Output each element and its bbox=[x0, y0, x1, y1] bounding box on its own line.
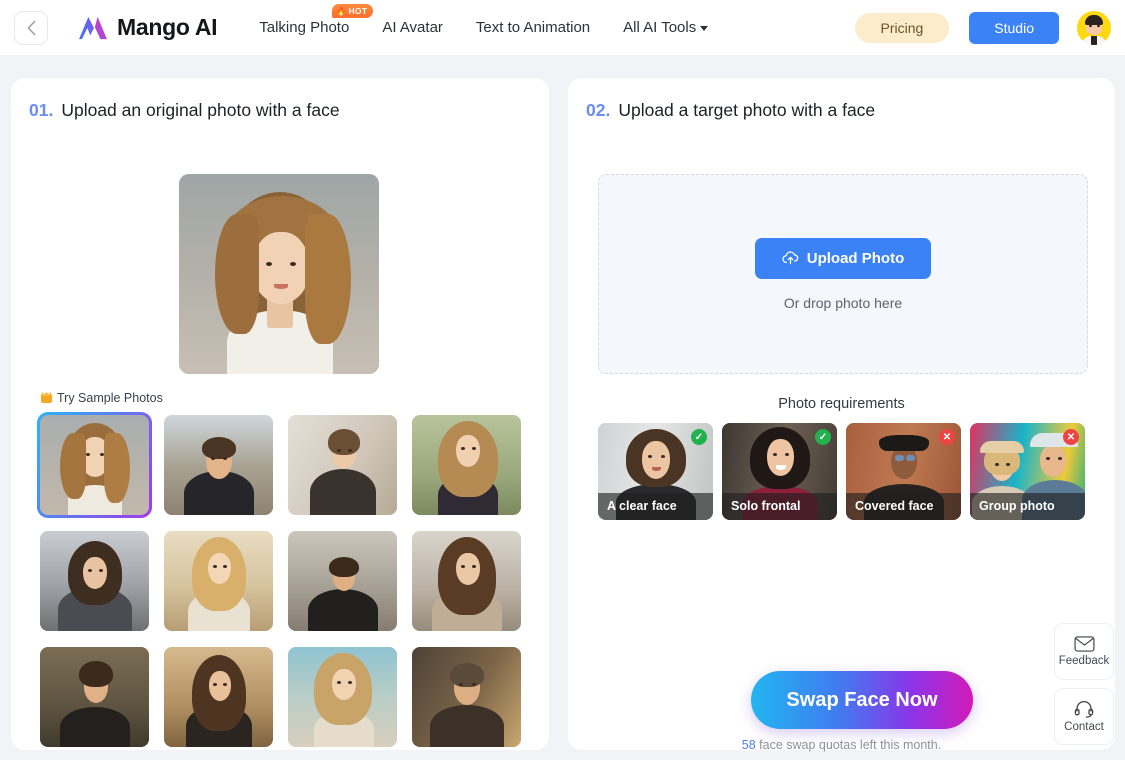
sample-photo-item[interactable] bbox=[40, 415, 149, 515]
page-stage: 01. Upload an original photo with a face bbox=[0, 55, 1125, 760]
sample-photos-heading: Try Sample Photos bbox=[41, 391, 163, 405]
sample-photo-item[interactable] bbox=[412, 531, 521, 631]
sample-photos-label: Try Sample Photos bbox=[57, 391, 163, 405]
cloud-upload-icon bbox=[782, 251, 798, 265]
photo-requirements-row: ✓ A clear face ✓ Solo frontal ✕ Covered … bbox=[598, 423, 1085, 520]
hot-badge: 🔥 HOT bbox=[332, 4, 374, 18]
requirement-label: Covered face bbox=[846, 493, 961, 520]
nav-label: Text to Animation bbox=[475, 19, 591, 36]
side-widget-stack: Feedback Contact bbox=[1054, 623, 1114, 745]
requirement-label: Group photo bbox=[970, 493, 1085, 520]
target-photo-panel: 02. Upload a target photo with a face Up… bbox=[568, 78, 1115, 752]
crown-icon bbox=[41, 392, 52, 404]
pricing-button[interactable]: Pricing bbox=[854, 12, 950, 43]
requirement-card: ✕ Group photo bbox=[970, 423, 1085, 520]
nav-item-ai-avatar[interactable]: AI Avatar bbox=[382, 19, 443, 36]
nav-label: AI Avatar bbox=[382, 19, 443, 36]
sample-photos-scroll-area[interactable] bbox=[40, 415, 544, 750]
sample-photo-item[interactable] bbox=[288, 647, 397, 747]
nav-item-text-to-animation[interactable]: Text to Animation bbox=[476, 19, 590, 36]
upload-dropzone[interactable]: Upload Photo Or drop photo here bbox=[598, 174, 1088, 374]
sample-photo-item[interactable] bbox=[288, 415, 397, 515]
swap-face-now-button[interactable]: Swap Face Now bbox=[751, 671, 973, 729]
feedback-label: Feedback bbox=[1058, 655, 1110, 667]
page-title: Upload an original photo with a face bbox=[61, 100, 340, 120]
drop-hint-text: Or drop photo here bbox=[783, 294, 903, 311]
headset-icon bbox=[1074, 700, 1094, 718]
original-photo-panel: 01. Upload an original photo with a face bbox=[11, 78, 549, 750]
requirement-status-badge: ✕ bbox=[939, 429, 955, 445]
requirement-card: ✓ A clear face bbox=[598, 423, 713, 520]
chevron-left-icon bbox=[27, 20, 35, 35]
sample-photo-item[interactable] bbox=[412, 415, 521, 515]
requirement-card: ✓ Solo frontal bbox=[722, 423, 837, 520]
sample-photo-item[interactable] bbox=[164, 531, 273, 631]
requirement-status-badge: ✓ bbox=[815, 429, 831, 445]
page-title: Upload a target photo with a face bbox=[618, 100, 876, 120]
upload-photo-button[interactable]: Upload Photo bbox=[754, 237, 932, 279]
quota-count: 58 bbox=[741, 738, 756, 752]
sample-photo-item[interactable] bbox=[164, 647, 273, 747]
brand-name: Mango AI bbox=[117, 14, 218, 40]
top-header: Mango AI Talking Photo 🔥 HOT AI Avatar T… bbox=[0, 0, 1125, 55]
sample-photo-item[interactable] bbox=[40, 531, 149, 631]
quota-suffix: face swap quotas left this month. bbox=[755, 738, 942, 752]
flame-icon: 🔥 bbox=[336, 6, 347, 16]
nav-item-all-ai-tools[interactable]: All AI Tools bbox=[623, 19, 709, 36]
chevron-down-icon bbox=[700, 25, 709, 31]
studio-button[interactable]: Studio bbox=[969, 11, 1059, 44]
sample-photo-item[interactable] bbox=[412, 647, 521, 747]
quota-text: 58 face swap quotas left this month. bbox=[568, 738, 1115, 752]
step-number: 02. bbox=[586, 100, 611, 120]
main-nav: Talking Photo 🔥 HOT AI Avatar Text to An… bbox=[259, 4, 741, 36]
user-avatar[interactable] bbox=[1077, 10, 1111, 45]
sample-photos-grid bbox=[40, 415, 544, 747]
upload-photo-label: Upload Photo bbox=[806, 249, 905, 267]
requirement-status-badge: ✓ bbox=[691, 429, 707, 445]
left-panel-title: 01. Upload an original photo with a face bbox=[29, 100, 340, 121]
sample-photo-item[interactable] bbox=[40, 647, 149, 747]
back-button[interactable] bbox=[14, 10, 48, 45]
photo-requirements-title: Photo requirements bbox=[778, 396, 905, 412]
contact-label: Contact bbox=[1064, 721, 1104, 733]
right-panel-title: 02. Upload a target photo with a face bbox=[586, 100, 875, 121]
nav-label: Talking Photo bbox=[259, 19, 350, 36]
mango-ai-logo-icon bbox=[79, 16, 107, 39]
hot-badge-label: HOT bbox=[348, 6, 368, 16]
envelope-icon bbox=[1074, 636, 1094, 652]
brand-logo-link[interactable]: Mango AI bbox=[77, 14, 218, 41]
sample-photo-item[interactable] bbox=[288, 531, 397, 631]
nav-item-talking-photo[interactable]: Talking Photo 🔥 HOT bbox=[259, 4, 374, 36]
requirement-status-badge: ✕ bbox=[1063, 429, 1079, 445]
requirement-label: Solo frontal bbox=[722, 493, 837, 520]
contact-widget[interactable]: Contact bbox=[1054, 688, 1114, 745]
requirement-label: A clear face bbox=[598, 493, 713, 520]
header-actions: Pricing Studio bbox=[854, 10, 1111, 45]
nav-label: All AI Tools bbox=[623, 19, 697, 36]
original-photo-preview[interactable] bbox=[179, 174, 379, 374]
feedback-widget[interactable]: Feedback bbox=[1054, 623, 1114, 680]
portrait-graphic bbox=[179, 174, 379, 374]
sample-photo-item[interactable] bbox=[164, 415, 273, 515]
requirement-card: ✕ Covered face bbox=[846, 423, 961, 520]
step-number: 01. bbox=[29, 100, 54, 120]
